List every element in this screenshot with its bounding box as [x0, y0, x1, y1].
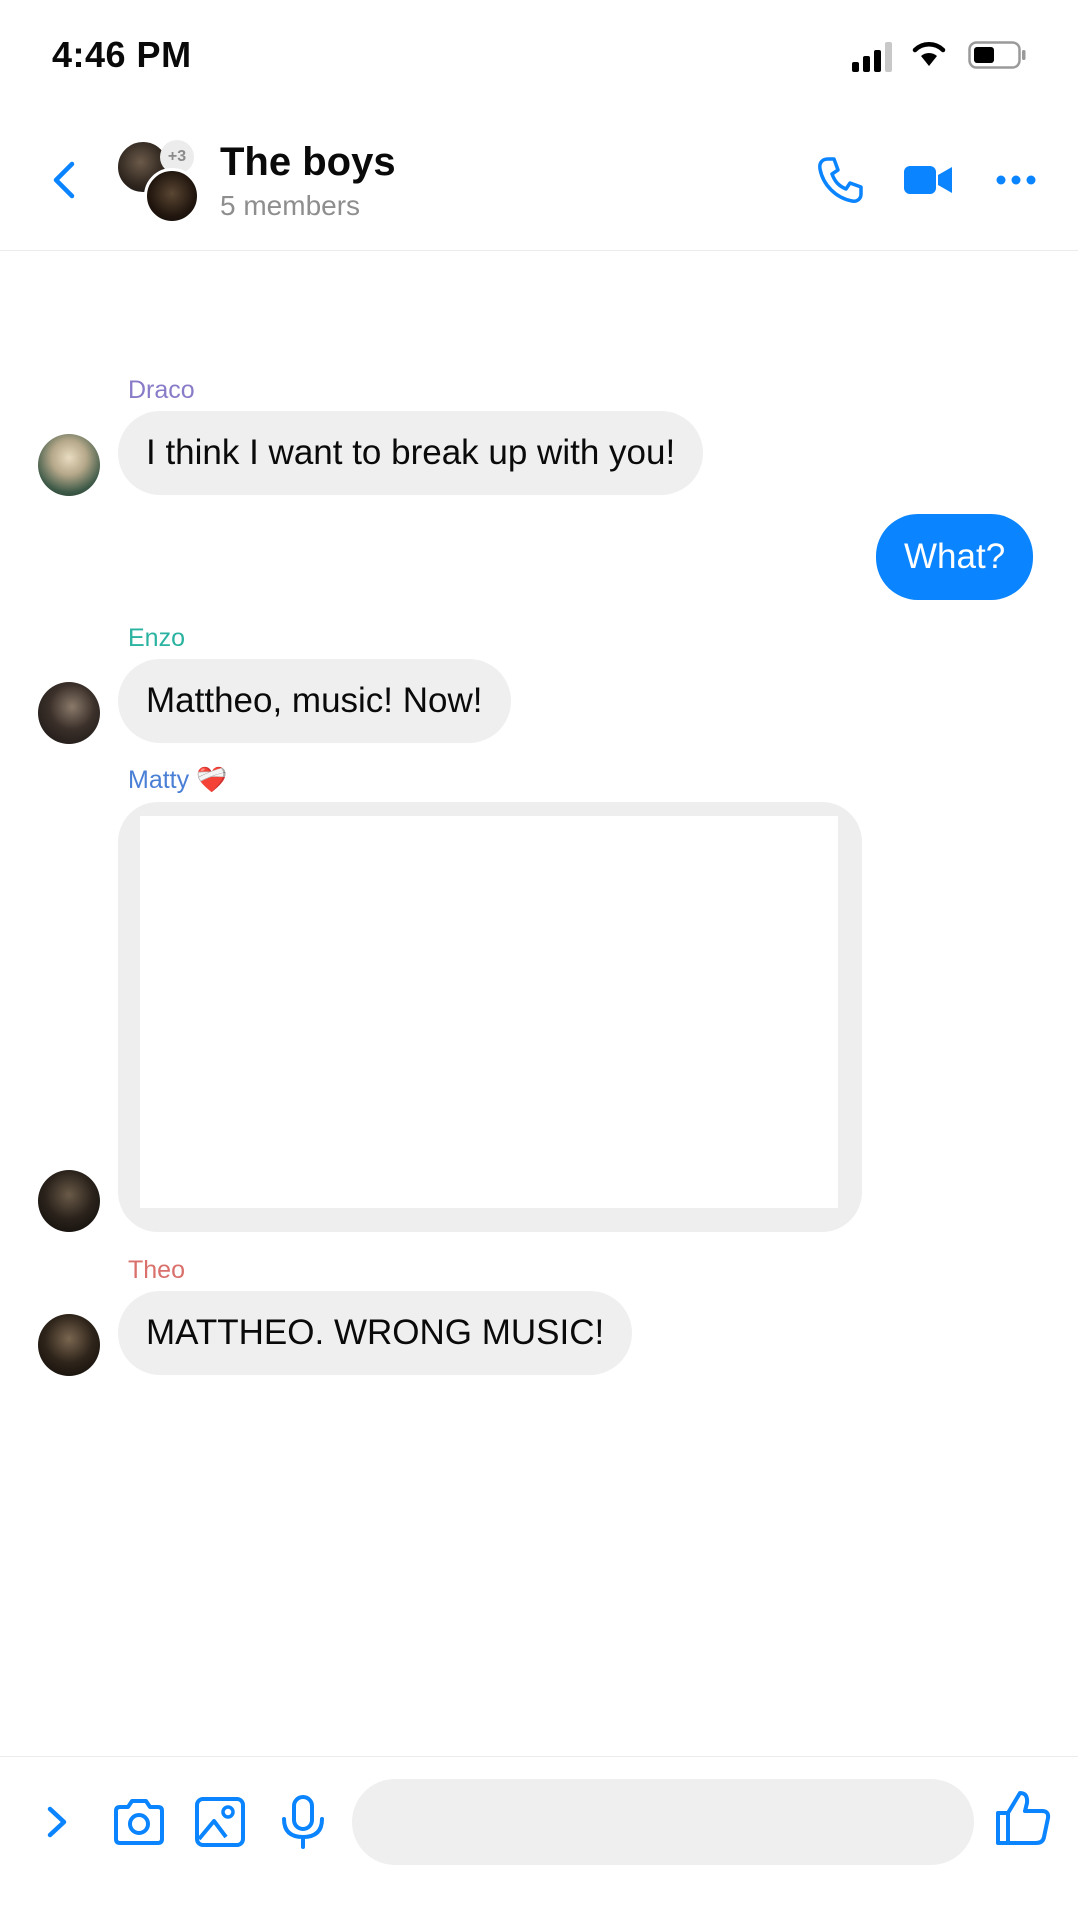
- image-icon[interactable]: [192, 1793, 250, 1851]
- avatar[interactable]: [38, 434, 100, 496]
- status-bar: 4:46 PM: [0, 0, 1078, 110]
- more-dots-icon[interactable]: [992, 154, 1044, 206]
- chat-header: +3 The boys 5 members: [0, 110, 1078, 251]
- message-input[interactable]: [352, 1779, 974, 1865]
- avatar[interactable]: [38, 1170, 100, 1232]
- camera-icon[interactable]: [110, 1793, 168, 1851]
- member-avatar: [144, 168, 200, 224]
- message-bubble[interactable]: Mattheo, music! Now!: [118, 659, 511, 743]
- expand-chevron-icon[interactable]: [28, 1793, 86, 1851]
- message-bubble[interactable]: I think I want to break up with you!: [118, 411, 704, 495]
- video-camera-icon[interactable]: [902, 154, 954, 206]
- wifi-icon: [912, 42, 946, 66]
- message-bubble[interactable]: MATTHEO. WRONG MUSIC!: [118, 1291, 633, 1375]
- group-title[interactable]: The boys: [220, 140, 396, 185]
- sender-name: Draco: [128, 376, 195, 404]
- phone-icon[interactable]: [814, 154, 866, 206]
- media-content[interactable]: [140, 816, 838, 1208]
- group-avatar[interactable]: +3: [116, 140, 206, 230]
- back-chevron-icon[interactable]: [44, 158, 88, 202]
- message-bubble-outgoing[interactable]: What?: [876, 514, 1034, 600]
- media-message[interactable]: [118, 802, 862, 1232]
- status-time: 4:46 PM: [52, 34, 192, 75]
- thumbs-up-icon[interactable]: [992, 1787, 1054, 1849]
- avatar[interactable]: [38, 682, 100, 744]
- signal-icon: [852, 42, 896, 72]
- sender-name: Matty ❤️‍🩹: [128, 766, 228, 794]
- microphone-icon[interactable]: [274, 1793, 332, 1851]
- sender-name: Enzo: [128, 624, 185, 652]
- sender-name: Theo: [128, 1256, 185, 1284]
- avatar[interactable]: [38, 1314, 100, 1376]
- composer-bar: [0, 1756, 1078, 1921]
- member-count: 5 members: [220, 190, 361, 221]
- battery-icon: [968, 41, 1026, 69]
